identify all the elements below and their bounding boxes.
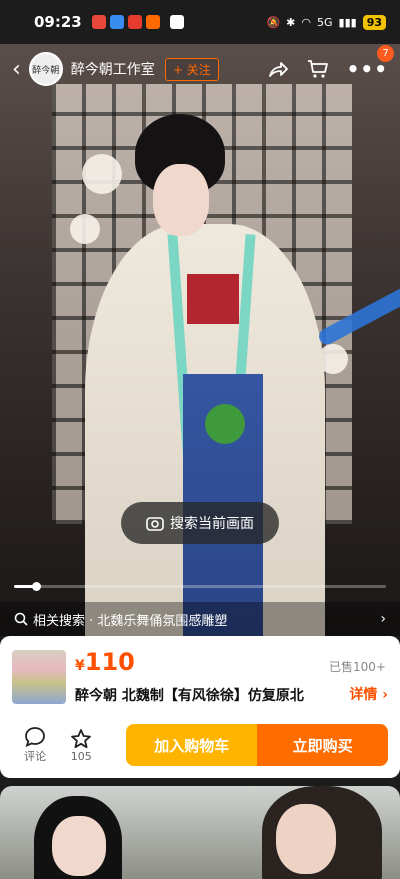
share-icon[interactable] [267,59,289,79]
follow-button[interactable]: + 关注 [164,57,219,81]
chevron-right-icon: › [380,611,386,627]
top-nav: ‹ 醉今朝 醉今朝工作室 + 关注 ••• 7 [0,44,400,94]
price: ¥110 [75,648,135,676]
message-badge: 7 [377,45,394,62]
search-frame-label: 搜索当前画面 [170,516,254,532]
app-icon [109,15,124,29]
comment-label: 评论 [24,750,47,763]
video-player[interactable]: 搜索当前画面 相关搜索 · 北魏乐舞俑氛围感雕塑 › [0,44,400,636]
nav-actions: ••• 7 [267,45,394,81]
status-time: 09:23 [34,13,82,31]
camera-search-icon [146,517,164,531]
battery-indicator: 93 [362,14,386,30]
add-to-cart-button[interactable]: 加入购物车 [126,724,258,766]
status-indicators: 🔕 ✱ ◠ 5G ▮▮▮ 93 [266,14,386,30]
video-progress-bar[interactable] [14,582,386,591]
bluetooth-icon: ✱ [286,15,296,29]
product-thumbnail[interactable] [12,650,66,704]
model-figure [85,104,400,636]
detail-link[interactable]: 详情 › [349,684,388,704]
comment-button[interactable]: 评论 [12,726,58,764]
status-bar: 09:23 🔕 ✱ ◠ 5G ▮▮▮ 93 [0,0,400,44]
price-value: 110 [84,648,135,676]
signal-icon: ▮▮▮ [338,15,357,29]
back-icon[interactable]: ‹ [12,57,21,82]
buy-now-button[interactable]: 立即购买 [257,724,388,766]
progress-knob[interactable] [32,582,42,591]
shop-name[interactable]: 醉今朝工作室 [71,59,155,79]
star-icon [71,728,92,748]
currency-symbol: ¥ [75,658,85,674]
product-title[interactable]: 醉今朝 北魏制【有风徐徐】仿复原北 [75,685,345,705]
next-video-card[interactable] [0,786,400,879]
network-label: 5G [316,15,333,29]
search-icon [14,612,28,626]
app-icon [127,15,142,29]
mute-icon: 🔕 [266,15,281,29]
shop-logo-text: 醉今朝 [32,65,60,76]
search-frame-button[interactable]: 搜索当前画面 [121,502,279,544]
related-search-text: 相关搜索 · 北魏乐舞俑氛围感雕塑 [33,613,228,629]
wifi-icon: ◠ [301,15,311,29]
more-dot-icon [169,15,184,29]
sold-count: 已售100+ [329,660,386,674]
cart-icon[interactable] [307,59,329,79]
taobao-icon [145,15,160,29]
favorite-count: 105 [70,749,92,763]
notification-icons [91,15,184,29]
related-search-bar[interactable]: 相关搜索 · 北魏乐舞俑氛围感雕塑 › [0,602,400,636]
comment-icon [25,727,45,748]
shop-logo[interactable]: 醉今朝 [28,52,63,86]
product-panel: ¥110 已售100+ 醉今朝 北魏制【有风徐徐】仿复原北 详情 › 评论 10… [0,636,400,778]
weibo-icon [91,15,106,29]
favorite-button[interactable]: 105 [58,728,104,763]
action-bar: 评论 105 加入购物车 立即购买 [0,722,400,768]
